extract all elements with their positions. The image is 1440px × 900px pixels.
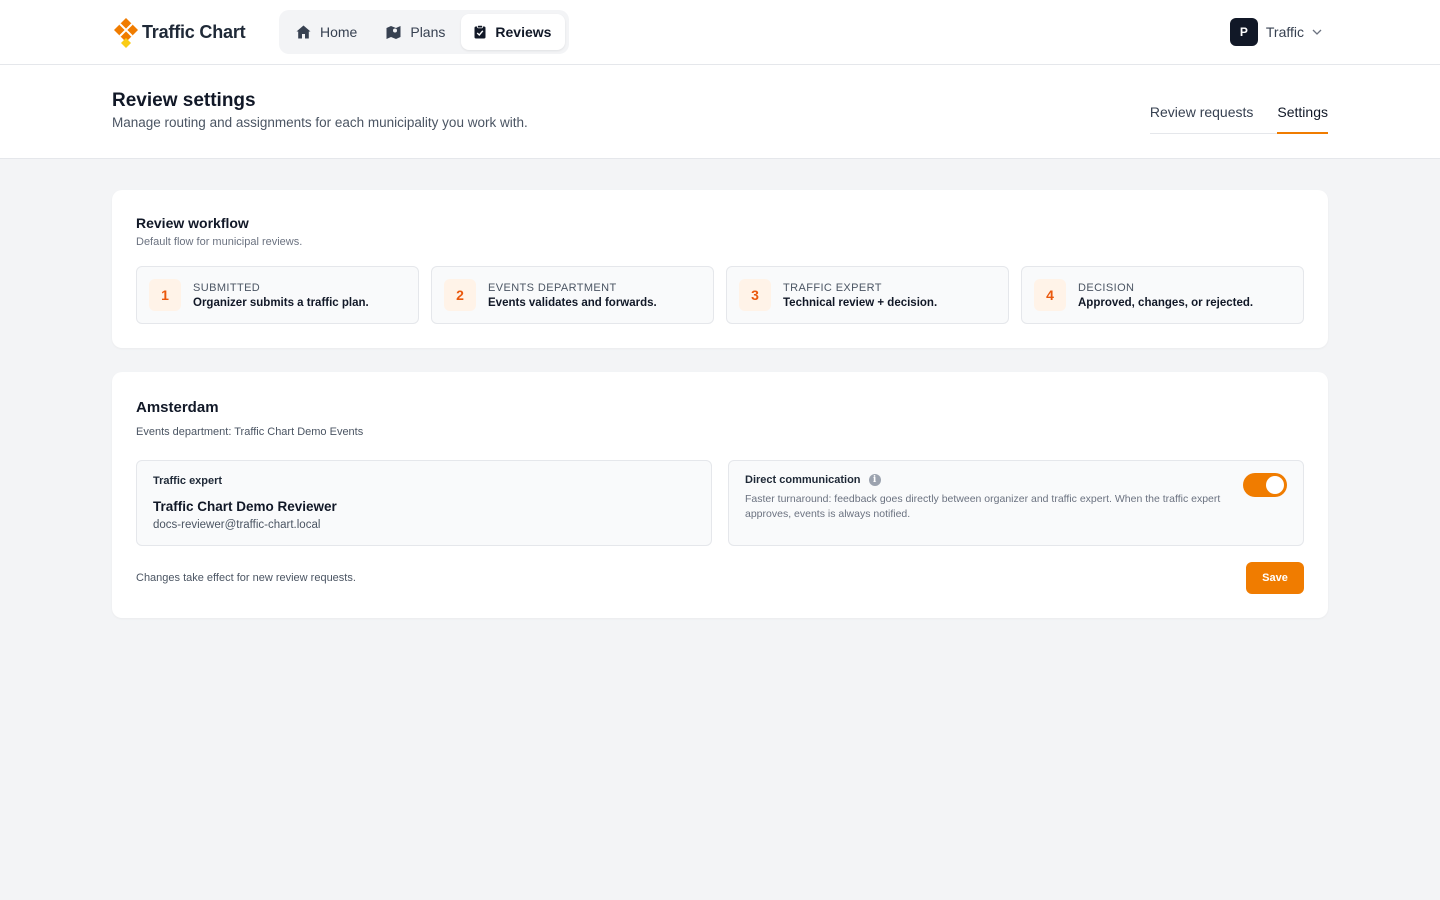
municipality-name: Amsterdam — [136, 399, 219, 416]
workflow-step-decision: 4 Decision Approved, changes, or rejecte… — [1021, 266, 1304, 324]
clipboard-check-icon — [474, 25, 486, 39]
step-description: Organizer submits a traffic plan. — [193, 296, 369, 309]
step-label: Decision — [1078, 281, 1135, 294]
info-icon[interactable]: i — [868, 474, 881, 486]
step-label: Submitted — [193, 281, 261, 294]
workflow-steps: 1 Submitted Organizer submits a traffic … — [136, 266, 1304, 324]
step-description: Technical review + decision. — [783, 296, 938, 309]
direct-communication-header: Direct communication i — [745, 474, 881, 486]
direct-communication-label: Direct communication — [745, 474, 861, 486]
changes-footnote: Changes take effect for new review reque… — [136, 572, 356, 584]
tab-settings[interactable]: Settings — [1277, 95, 1328, 134]
traffic-expert-name: Traffic Chart Demo Reviewer — [153, 499, 337, 514]
step-number: 3 — [739, 279, 771, 311]
step-label: Traffic expert — [783, 281, 882, 294]
traffic-expert-label: Traffic expert — [153, 475, 223, 487]
step-number: 2 — [444, 279, 476, 311]
step-label: Events department — [488, 281, 617, 294]
subnav-tabs: Review requests Settings — [1149, 95, 1328, 134]
step-description: Events validates and forwards. — [488, 296, 657, 309]
app-name: Traffic Chart — [142, 21, 246, 42]
step-number: 4 — [1034, 279, 1066, 311]
account-menu[interactable]: P Traffic — [1229, 18, 1322, 46]
page-title: Review settings — [112, 90, 256, 111]
events-department-label: Events department: Traffic Chart Demo Ev… — [136, 426, 364, 438]
chevron-down-icon — [1312, 29, 1322, 35]
review-workflow-card: Review workflow Default flow for municip… — [112, 190, 1328, 348]
nav-item-label: Reviews — [495, 24, 552, 40]
step-description: Approved, changes, or rejected. — [1078, 296, 1254, 309]
avatar: P — [1229, 18, 1258, 46]
map-icon — [386, 26, 401, 39]
nav-item-plans[interactable]: Plans — [373, 14, 459, 50]
workflow-step-submitted: 1 Submitted Organizer submits a traffic … — [136, 266, 419, 324]
top-navigation-bar: Traffic Chart Home Plans Reviews P Traff… — [0, 0, 1440, 65]
nav-item-label: Plans — [410, 24, 446, 40]
nav-item-home[interactable]: Home — [283, 14, 371, 50]
page-header: Review settings Manage routing and assig… — [0, 65, 1440, 159]
toggle-knob — [1266, 476, 1284, 494]
municipality-settings-card: Amsterdam Events department: Traffic Cha… — [112, 372, 1328, 618]
home-icon — [296, 25, 311, 39]
step-number: 1 — [149, 279, 181, 311]
workflow-step-events-department: 2 Events department Events validates and… — [431, 266, 714, 324]
brand-logo-link[interactable]: Traffic Chart — [112, 16, 246, 48]
main-navigation: Home Plans Reviews — [279, 10, 570, 54]
direct-communication-panel: Direct communication i Faster turnaround… — [728, 460, 1304, 546]
workflow-step-traffic-expert: 3 Traffic expert Technical review + deci… — [726, 266, 1009, 324]
traffic-expert-panel: Traffic expert Traffic Chart Demo Review… — [136, 460, 712, 546]
account-name: Traffic — [1265, 24, 1304, 40]
direct-communication-description: Faster turnaround: feedback goes directl… — [745, 493, 1221, 520]
nav-item-reviews[interactable]: Reviews — [461, 14, 566, 50]
save-button[interactable]: Save — [1246, 562, 1304, 594]
workflow-title: Review workflow — [136, 215, 249, 231]
traffic-expert-email: docs-reviewer@traffic-chart.local — [153, 519, 321, 531]
logo-icon — [114, 18, 138, 48]
tab-review-requests[interactable]: Review requests — [1150, 95, 1254, 134]
workflow-subtitle: Default flow for municipal reviews. — [136, 236, 303, 248]
page-subtitle: Manage routing and assignments for each … — [112, 115, 528, 130]
direct-communication-toggle[interactable] — [1243, 473, 1287, 497]
nav-item-label: Home — [320, 24, 358, 40]
